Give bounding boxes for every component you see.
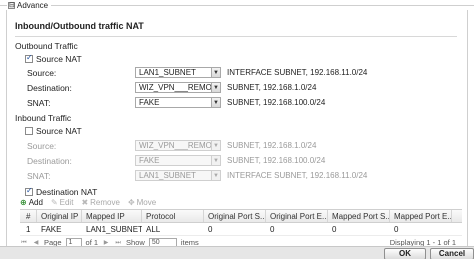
column-header-original-port-start[interactable]: Original Port S... <box>204 210 266 222</box>
pencil-icon[interactable]: ✎ <box>51 198 58 207</box>
cell-index: 1 <box>26 225 31 234</box>
cell-mapped-port-start: 0 <box>332 225 337 234</box>
column-header-mapped-port-start[interactable]: Mapped Port S... <box>328 210 390 222</box>
inbound-snat-select[interactable]: LAN1_SUBNET ▼ <box>135 170 221 181</box>
outbound-source-nat-label: Source NAT <box>36 54 82 64</box>
outbound-snat-desc: SUBNET, 192.168.100.0/24 <box>227 98 326 107</box>
checkbox-unchecked-icon[interactable] <box>25 127 33 135</box>
cell-original-port-start: 0 <box>208 225 213 234</box>
inbound-snat-label: SNAT: <box>27 171 51 181</box>
header-divider <box>0 5 474 6</box>
chevron-down-icon[interactable]: ▼ <box>211 98 220 107</box>
add-button[interactable]: ⊕ Add <box>20 198 43 207</box>
outbound-source-nat-checkbox[interactable]: Source NAT <box>25 53 82 64</box>
inbound-snat-value: LAN1_SUBNET <box>139 171 196 180</box>
inbound-destination-value: FAKE <box>139 156 160 165</box>
remove-label[interactable]: Remove <box>90 198 120 207</box>
column-header-original-port-end[interactable]: Original Port E... <box>266 210 328 222</box>
inbound-source-nat-label: Source NAT <box>36 126 82 136</box>
outbound-snat-value: FAKE <box>139 98 160 107</box>
outbound-destination-desc: SUBNET, 192.168.1.0/24 <box>227 83 317 92</box>
remove-button[interactable]: ✖ Remove <box>81 198 120 207</box>
move-label[interactable]: Move <box>137 198 157 207</box>
move-icon[interactable]: ✥ <box>128 198 135 207</box>
inbound-snat-desc: INTERFACE SUBNET, 192.168.11.0/24 <box>227 171 368 180</box>
section-divider <box>15 36 457 37</box>
destination-nat-table: # Original IP Mapped IP Protocol Origina… <box>20 209 462 236</box>
section-title: Inbound/Outbound traffic NAT <box>15 21 144 31</box>
outbound-source-desc: INTERFACE SUBNET, 192.168.11.0/24 <box>227 68 368 77</box>
chevron-down-icon[interactable]: ▼ <box>211 171 220 180</box>
advance-label[interactable]: Advance <box>17 1 48 10</box>
cell-mapped-ip: LAN1_SUBNET <box>86 225 142 234</box>
cell-original-port-end: 0 <box>270 225 275 234</box>
inbound-source-desc: SUBNET, 192.168.1.0/24 <box>227 141 317 150</box>
outbound-destination-label: Destination: <box>27 83 72 93</box>
cell-protocol: ALL <box>146 225 161 234</box>
destination-nat-checkbox[interactable]: Destination NAT <box>25 186 98 197</box>
column-header-index[interactable]: # <box>20 210 37 222</box>
chevron-down-icon[interactable]: ▼ <box>211 68 220 77</box>
outbound-destination-select[interactable]: WIZ_VPN___REMOTE ▼ <box>135 82 221 93</box>
inbound-source-select[interactable]: WIZ_VPN___REMOTE ▼ <box>135 140 221 151</box>
inbound-destination-desc: SUBNET, 192.168.100.0/24 <box>227 156 326 165</box>
move-button[interactable]: ✥ Move <box>128 198 156 207</box>
outbound-snat-select[interactable]: FAKE ▼ <box>135 97 221 108</box>
column-header-mapped-port-end[interactable]: Mapped Port E... <box>390 210 452 222</box>
inbound-source-nat-checkbox[interactable]: Source NAT <box>25 126 82 136</box>
outbound-traffic-label: Outbound Traffic <box>15 41 78 51</box>
outbound-snat-label: SNAT: <box>27 98 51 108</box>
chevron-down-icon[interactable]: ▼ <box>211 141 220 150</box>
advance-toggle[interactable]: ⊟ Advance <box>7 1 52 10</box>
column-header-mapped-ip[interactable]: Mapped IP <box>82 210 142 222</box>
table-header: # Original IP Mapped IP Protocol Origina… <box>20 210 462 223</box>
destination-nat-toolbar: ⊕ Add ✎ Edit ✖ Remove ✥ Move <box>20 197 156 208</box>
destination-nat-label: Destination NAT <box>36 187 98 197</box>
inbound-traffic-label: Inbound Traffic <box>15 113 72 123</box>
outbound-source-label: Source: <box>27 68 57 78</box>
plus-icon[interactable]: ⊕ <box>20 198 27 207</box>
edit-label[interactable]: Edit <box>60 198 74 207</box>
dialog-footer: OK Cancel <box>0 246 474 259</box>
inbound-destination-select[interactable]: FAKE ▼ <box>135 155 221 166</box>
collapse-icon[interactable]: ⊟ <box>8 2 15 9</box>
cancel-button[interactable]: Cancel <box>430 248 474 259</box>
column-header-protocol[interactable]: Protocol <box>142 210 204 222</box>
inbound-source-label: Source: <box>27 141 57 151</box>
inbound-destination-label: Destination: <box>27 156 72 166</box>
ok-button[interactable]: OK <box>384 248 426 259</box>
checkbox-checked-icon[interactable] <box>25 186 33 196</box>
table-row[interactable]: 1 FAKE LAN1_SUBNET ALL 0 0 0 0 <box>20 223 462 236</box>
chevron-down-icon[interactable]: ▼ <box>211 156 220 165</box>
add-label[interactable]: Add <box>29 198 43 207</box>
outbound-source-select[interactable]: LAN1_SUBNET ▼ <box>135 67 221 78</box>
cell-mapped-port-end: 0 <box>394 225 399 234</box>
edit-button[interactable]: ✎ Edit <box>51 198 74 207</box>
chevron-down-icon[interactable]: ▼ <box>211 83 220 92</box>
advance-header: ⊟ Advance <box>0 0 474 10</box>
checkbox-checked-icon[interactable] <box>25 53 33 63</box>
outbound-source-value: LAN1_SUBNET <box>139 68 196 77</box>
cell-original-ip: FAKE <box>41 225 62 234</box>
inbound-source-value: WIZ_VPN___REMOTE <box>139 141 211 150</box>
outbound-destination-value: WIZ_VPN___REMOTE <box>139 83 211 92</box>
remove-icon[interactable]: ✖ <box>81 198 88 207</box>
column-header-original-ip[interactable]: Original IP <box>37 210 82 222</box>
